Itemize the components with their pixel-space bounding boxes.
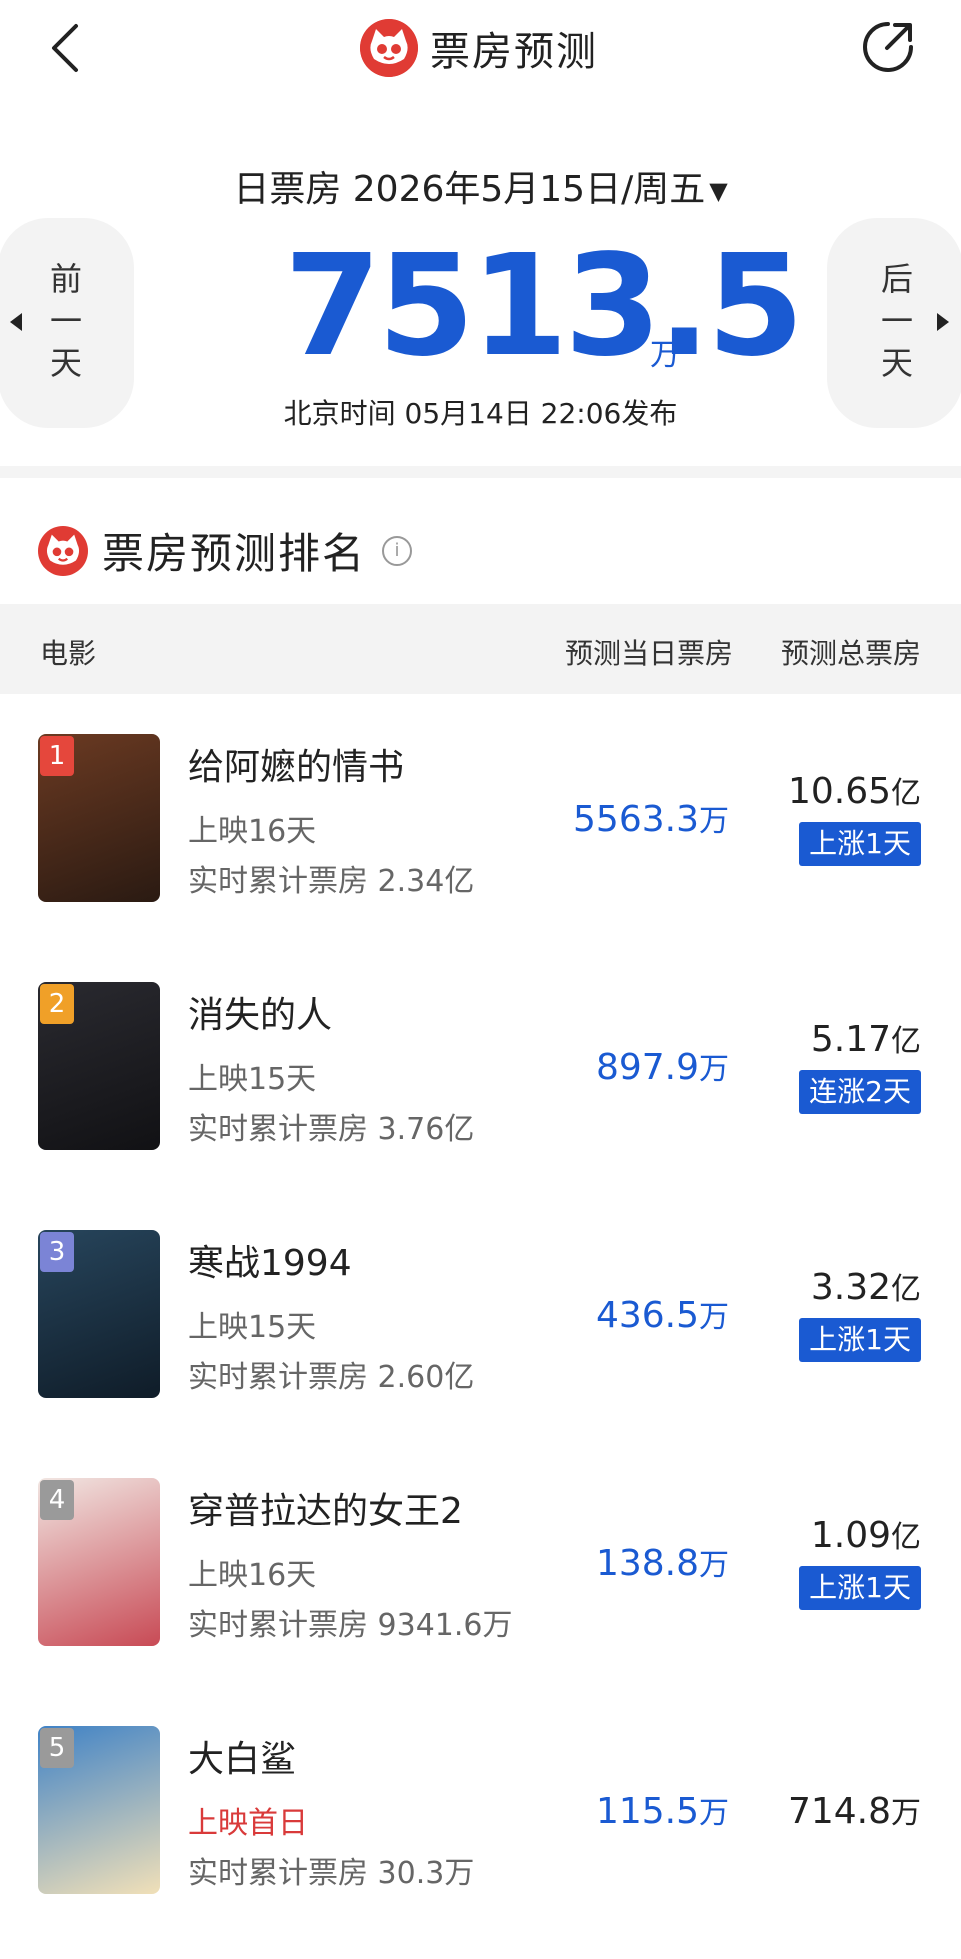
right-triangle-icon	[937, 313, 949, 331]
next-day-label: 后一天	[880, 260, 913, 382]
trend-tag: 上涨1天	[799, 1566, 921, 1610]
page-title: 票房预测	[430, 29, 598, 75]
release-days: 上映16天	[188, 1558, 317, 1593]
left-triangle-icon	[10, 313, 22, 331]
day-forecast-value: 436.5	[595, 1295, 699, 1336]
ranking-section-header: 票房预测排名 i	[38, 520, 413, 581]
publish-time: 北京时间 05月14日 22:06发布	[283, 397, 678, 430]
movie-poster: 3	[38, 1230, 160, 1398]
table-header: 电影 预测当日票房 预测总票房	[0, 604, 961, 694]
movie-title: 给阿嬷的情书	[188, 747, 405, 788]
day-forecast: 897.9万	[596, 1044, 729, 1088]
total-forecast-unit: 亿	[891, 1520, 921, 1555]
info-icon[interactable]: i	[382, 535, 413, 566]
column-header-day-forecast[interactable]: 预测当日票房	[565, 632, 733, 672]
total-forecast-unit: 万	[891, 1796, 921, 1831]
total-forecast-value: 5.17	[810, 1019, 891, 1060]
movie-poster: 2	[38, 982, 160, 1150]
release-days: 上映15天	[188, 1062, 317, 1097]
movie-row[interactable]: 3 寒战1994 上映15天 实时累计票房 2.60亿 436.5万 3.32亿…	[0, 1190, 961, 1438]
rank-badge: 4	[40, 1480, 74, 1520]
dropdown-arrow-icon: ▼	[709, 177, 728, 205]
release-days: 上映首日	[188, 1806, 308, 1841]
day-forecast: 115.5万	[596, 1788, 729, 1832]
top-bar: 票房预测	[0, 0, 961, 100]
day-forecast-value: 138.8	[595, 1543, 699, 1584]
cumulative-box-office: 实时累计票房 3.76亿	[188, 1112, 475, 1147]
total-forecast-unit: 亿	[891, 776, 921, 811]
rank-badge: 3	[40, 1232, 74, 1272]
total-forecast: 10.65亿	[788, 768, 921, 812]
release-days: 上映16天	[188, 814, 317, 849]
rank-badge: 1	[40, 736, 74, 776]
release-days: 上映15天	[188, 1310, 317, 1345]
total-forecast: 714.8万	[788, 1788, 921, 1832]
movie-title: 寒战1994	[188, 1243, 352, 1284]
share-icon[interactable]	[857, 16, 919, 78]
day-forecast: 5563.3万	[573, 796, 729, 840]
daily-box-office-unit: 万	[650, 338, 680, 373]
movie-poster: 1	[38, 734, 160, 902]
cumulative-box-office: 实时累计票房 2.60亿	[188, 1360, 475, 1395]
daily-box-office-value: 7513.5	[284, 225, 804, 388]
back-arrow-icon[interactable]	[44, 20, 88, 76]
movie-title: 大白鲨	[188, 1739, 297, 1780]
movie-row[interactable]: 5 大白鲨 上映首日 实时累计票房 30.3万 115.5万 714.8万	[0, 1686, 961, 1934]
date-label: 日票房 2026年5月15日/周五	[233, 169, 706, 210]
trend-tag: 上涨1天	[799, 1318, 921, 1362]
cumulative-box-office: 实时累计票房 9341.6万	[188, 1608, 513, 1643]
total-forecast-unit: 亿	[891, 1024, 921, 1059]
movie-row[interactable]: 2 消失的人 上映15天 实时累计票房 3.76亿 897.9万 5.17亿 连…	[0, 942, 961, 1190]
movie-title: 消失的人	[188, 995, 333, 1036]
maoyan-cat-logo	[360, 19, 418, 77]
total-forecast-value: 10.65	[787, 771, 891, 812]
total-forecast: 1.09亿	[811, 1512, 921, 1556]
column-header-total-forecast[interactable]: 预测总票房	[781, 632, 921, 672]
cumulative-box-office: 实时累计票房 2.34亿	[188, 864, 475, 899]
day-forecast-value: 115.5	[595, 1791, 699, 1832]
movie-poster: 4	[38, 1478, 160, 1646]
movie-poster: 5	[38, 1726, 160, 1894]
total-forecast: 3.32亿	[811, 1264, 921, 1308]
column-header-movie: 电影	[40, 637, 97, 670]
total-forecast: 5.17亿	[811, 1016, 921, 1060]
day-forecast-value: 897.9	[595, 1047, 699, 1088]
day-forecast: 138.8万	[596, 1540, 729, 1584]
movie-row[interactable]: 4 穿普拉达的女王2 上映16天 实时累计票房 9341.6万 138.8万 1…	[0, 1438, 961, 1686]
day-forecast-unit: 万	[699, 1548, 729, 1583]
day-forecast-unit: 万	[699, 804, 729, 839]
trend-tag: 上涨1天	[799, 822, 921, 866]
cumulative-box-office: 实时累计票房 30.3万	[188, 1856, 475, 1891]
total-forecast-unit: 亿	[891, 1272, 921, 1307]
section-divider	[0, 466, 961, 478]
movie-row[interactable]: 1 给阿嬷的情书 上映16天 实时累计票房 2.34亿 5563.3万 10.6…	[0, 694, 961, 942]
day-forecast-unit: 万	[699, 1796, 729, 1831]
day-forecast: 436.5万	[596, 1292, 729, 1336]
section-title: 票房预测排名	[102, 529, 367, 578]
rank-badge: 2	[40, 984, 74, 1024]
trend-tag: 连涨2天	[799, 1070, 921, 1114]
date-selector[interactable]: 日票房 2026年5月15日/周五 ▼	[0, 160, 961, 212]
rank-badge: 5	[40, 1728, 74, 1768]
prev-day-label: 前一天	[49, 260, 82, 382]
movie-title: 穿普拉达的女王2	[188, 1491, 463, 1532]
page-header: 票房预测	[360, 16, 598, 80]
total-forecast-value: 714.8	[787, 1791, 891, 1832]
day-forecast-unit: 万	[699, 1300, 729, 1335]
maoyan-cat-logo	[38, 525, 88, 576]
day-forecast-unit: 万	[699, 1052, 729, 1087]
day-forecast-value: 5563.3	[573, 799, 699, 840]
total-forecast-value: 3.32	[810, 1267, 891, 1308]
total-forecast-value: 1.09	[810, 1515, 891, 1556]
